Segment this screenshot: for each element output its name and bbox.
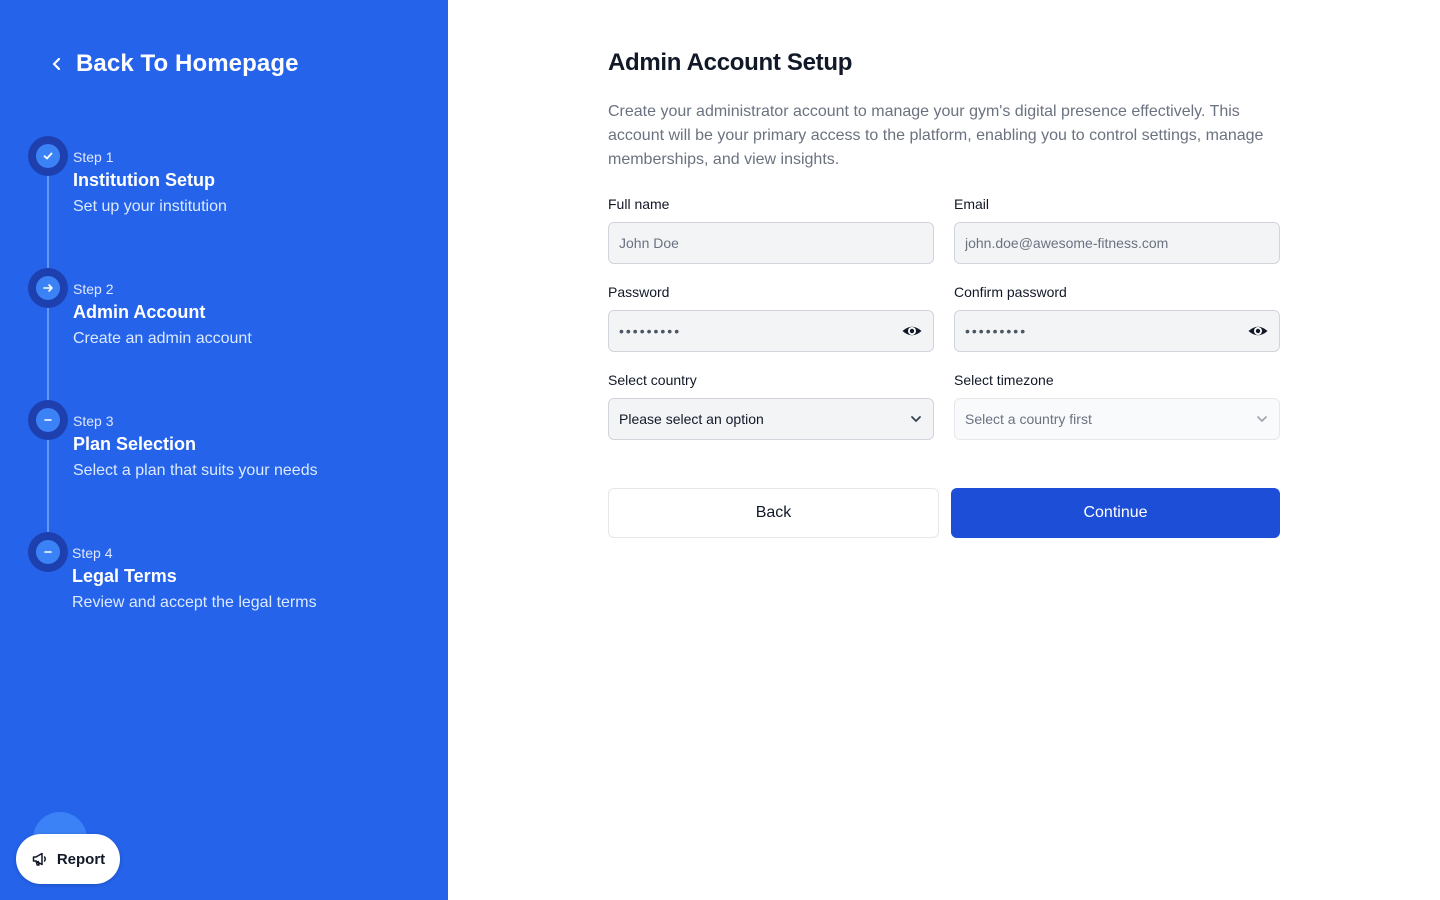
step-institution-setup: Step 1 Institution Setup Set up your ins… — [28, 136, 227, 218]
step-description: Set up your institution — [73, 198, 227, 215]
step-description: Create an admin account — [73, 330, 252, 347]
back-button[interactable]: Back — [608, 488, 939, 538]
full-name-label: Full name — [608, 196, 670, 212]
step-number: Step 4 — [72, 545, 113, 561]
timezone-field: Select timezone Select a country first — [954, 370, 1280, 440]
check-icon — [43, 152, 53, 160]
timezone-label: Select timezone — [954, 372, 1054, 388]
step-number: Step 2 — [73, 281, 114, 297]
intro-text: Create your administrator account to man… — [608, 103, 1264, 168]
step-title: Legal Terms — [72, 566, 177, 586]
eye-icon[interactable] — [901, 320, 923, 342]
email-label: Email — [954, 196, 990, 212]
timezone-select-value: Select a country first — [965, 411, 1092, 427]
confirm-password-label: Confirm password — [954, 284, 1067, 300]
confirm-password-input[interactable]: ••••••••• — [954, 310, 1280, 352]
country-select[interactable]: Please select an option — [608, 398, 934, 440]
report-button[interactable]: Report — [16, 834, 120, 884]
minus-icon — [44, 551, 52, 553]
full-name-field: Full name — [608, 194, 934, 264]
step-indicator — [28, 400, 68, 440]
minus-icon — [44, 419, 52, 421]
step-indicator — [28, 532, 68, 572]
country-field: Select country Please select an option — [608, 370, 934, 440]
form-actions: Back Continue — [608, 488, 1280, 538]
step-indicator — [28, 268, 68, 308]
step-description: Select a plan that suits your needs — [73, 462, 318, 479]
chevron-left-icon — [52, 57, 61, 71]
step-title: Admin Account — [73, 302, 206, 322]
continue-button[interactable]: Continue — [951, 488, 1280, 538]
step-description: Review and accept the legal terms — [72, 594, 317, 611]
admin-account-form: Admin Account Setup Create your administ… — [608, 46, 1280, 440]
email-input[interactable] — [965, 235, 1269, 251]
full-name-input[interactable] — [619, 235, 923, 251]
megaphone-icon — [32, 852, 46, 866]
step-legal-terms: Step 4 Legal Terms Review and accept the… — [28, 532, 317, 614]
email-field: Email — [954, 194, 1280, 264]
step-indicator — [28, 136, 68, 176]
report-label: Report — [56, 850, 106, 868]
confirm-password-value: ••••••••• — [965, 323, 1028, 339]
step-number: Step 3 — [73, 413, 114, 429]
sidebar: Back To Homepage Step 1 Institution Setu… — [0, 0, 448, 900]
back-to-homepage-label: Back To Homepage — [76, 50, 299, 77]
arrow-right-icon — [43, 284, 53, 292]
chevron-down-icon — [911, 416, 921, 422]
step-plan-selection: Step 3 Plan Selection Select a plan that… — [28, 400, 318, 482]
password-label: Password — [608, 284, 670, 300]
password-value: ••••••••• — [619, 323, 682, 339]
page-title: Admin Account Setup — [608, 49, 853, 76]
country-label: Select country — [608, 372, 697, 388]
step-admin-account: Step 2 Admin Account Create an admin acc… — [28, 268, 252, 350]
step-title: Plan Selection — [73, 434, 197, 454]
timezone-select[interactable]: Select a country first — [954, 398, 1280, 440]
step-number: Step 1 — [73, 149, 114, 165]
password-input[interactable]: ••••••••• — [608, 310, 934, 352]
password-field: Password ••••••••• — [608, 282, 934, 352]
chevron-down-icon — [1257, 416, 1267, 422]
eye-icon[interactable] — [1247, 320, 1269, 342]
confirm-password-field: Confirm password ••••••••• — [954, 282, 1280, 352]
back-to-homepage-link[interactable]: Back To Homepage — [50, 46, 299, 82]
step-title: Institution Setup — [73, 170, 215, 190]
country-select-value: Please select an option — [619, 411, 764, 427]
